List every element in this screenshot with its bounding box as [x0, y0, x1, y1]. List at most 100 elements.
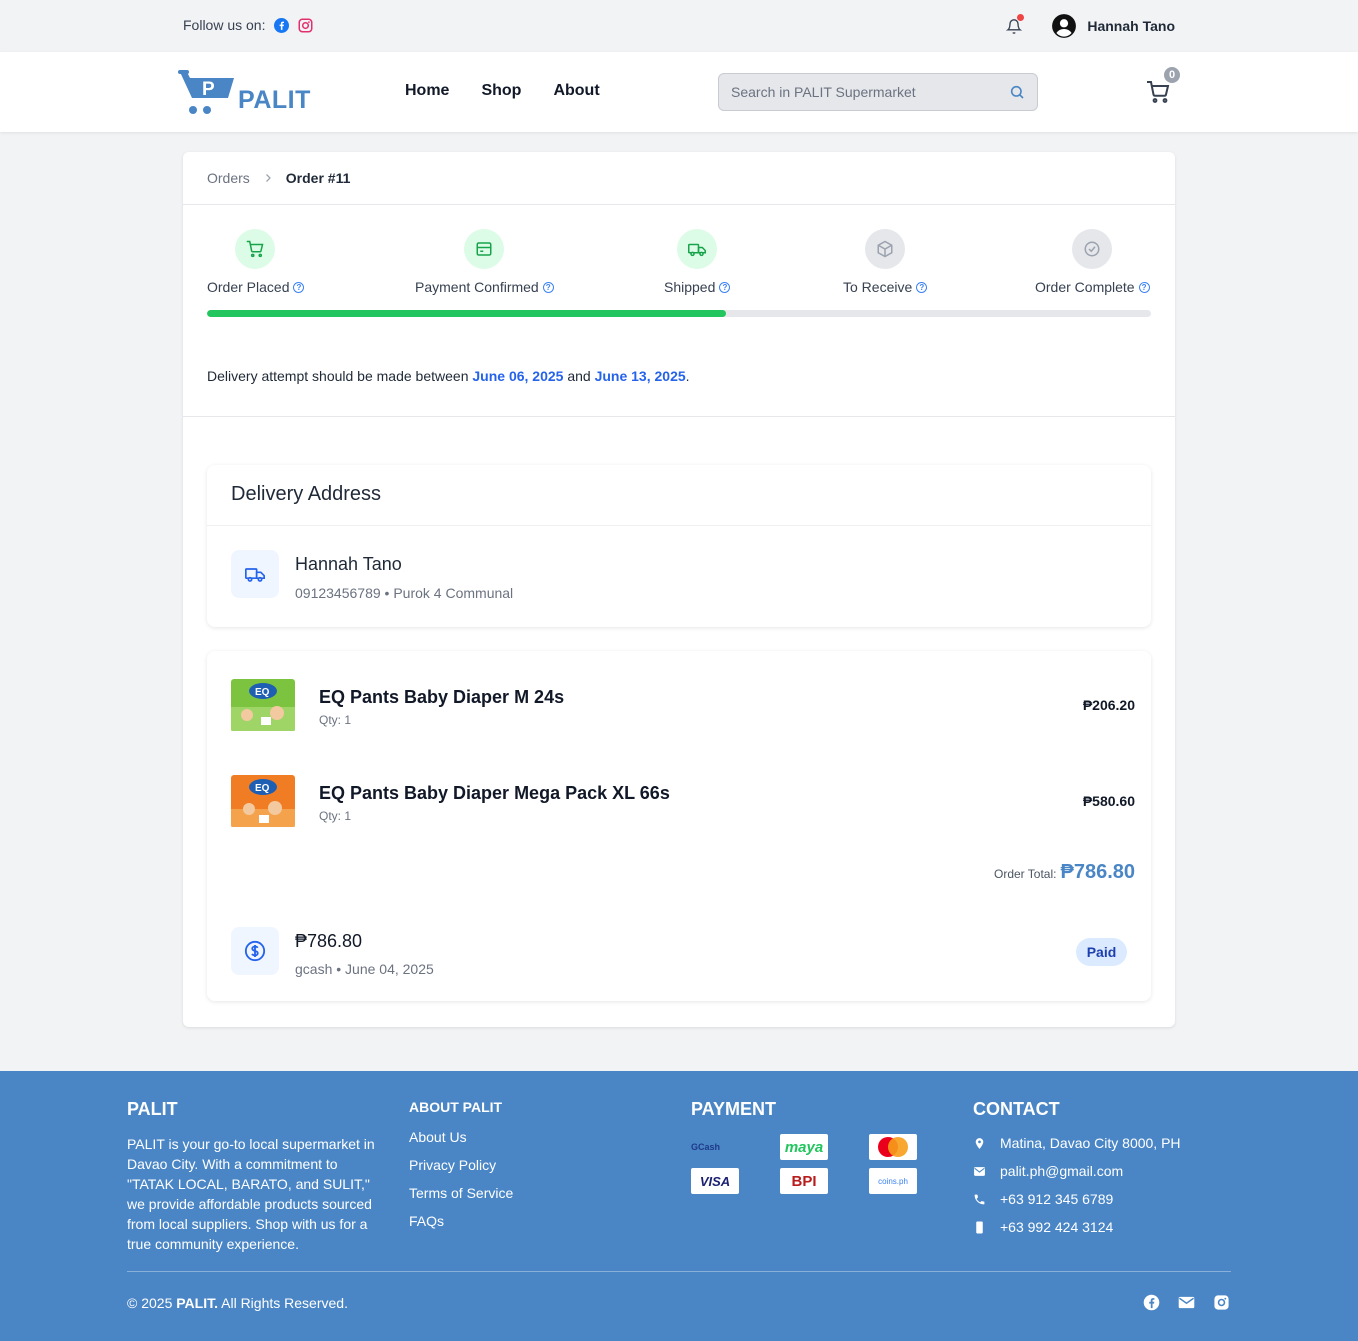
- contact-mobile-text[interactable]: +63 992 424 3124: [1000, 1219, 1113, 1235]
- copyright-suffix: All Rights Reserved.: [221, 1295, 348, 1311]
- delivery-suffix: .: [685, 368, 690, 384]
- delivery-prefix: Delivery attempt should be made between: [207, 368, 469, 384]
- phone-icon: [974, 1194, 985, 1204]
- payment-amount: ₱786.80: [295, 931, 363, 951]
- delivery-note: Delivery attempt should be made between …: [207, 368, 690, 384]
- contact-phone: +63 912 345 6789: [973, 1190, 1181, 1208]
- footer-brand: PALIT PALIT is your go-to local supermar…: [127, 1099, 382, 1254]
- payment-icon: [464, 229, 505, 269]
- step-label: Order Placed: [207, 279, 290, 295]
- box-icon: [865, 229, 906, 269]
- gcash-logo: GCash: [691, 1134, 739, 1160]
- recipient-phone: 09123456789: [295, 585, 381, 601]
- product-image: EQ: [231, 677, 295, 733]
- copyright: © 2025 PALIT. All Rights Reserved.: [127, 1295, 348, 1311]
- coinsph-logo: coins.ph: [869, 1168, 917, 1194]
- cart-button[interactable]: 0: [1146, 67, 1180, 106]
- payment-status-badge: Paid: [1076, 938, 1127, 966]
- footer-payment: PAYMENT GCash maya VISA BPI coins.ph: [691, 1099, 917, 1194]
- product-name[interactable]: EQ Pants Baby Diaper M 24s: [319, 687, 564, 708]
- recipient-location: Purok 4 Communal: [393, 585, 514, 601]
- order-progress: Order Placed? Payment Confirmed? Shipped…: [183, 205, 1175, 417]
- mastercard-logo: [869, 1134, 917, 1160]
- copyright-prefix: © 2025: [127, 1295, 173, 1311]
- bpi-logo: BPI: [780, 1168, 828, 1194]
- recipient-name: Hannah Tano: [295, 554, 402, 574]
- mobile-icon: [976, 1221, 983, 1233]
- truck-icon: [677, 229, 718, 269]
- footer-social: [1143, 1294, 1230, 1311]
- step-order-placed: Order Placed?: [207, 229, 305, 295]
- location-pin-icon: [975, 1137, 984, 1149]
- cart-icon: [235, 229, 275, 269]
- instagram-icon[interactable]: [1213, 1294, 1230, 1311]
- dollar-icon: [231, 927, 279, 975]
- footer-about-title: ABOUT PALIT: [409, 1099, 503, 1115]
- follow-label: Follow us on:: [183, 17, 266, 33]
- help-icon[interactable]: ?: [916, 281, 928, 293]
- footer-brand-description: PALIT is your go-to local supermarket in…: [127, 1136, 375, 1252]
- delivery-start-date: June 06, 2025: [472, 368, 564, 384]
- order-card: Orders Order #11 Order Placed? Payment C…: [183, 152, 1175, 1027]
- help-icon[interactable]: ?: [1138, 281, 1150, 293]
- product-name[interactable]: EQ Pants Baby Diaper Mega Pack XL 66s: [319, 783, 670, 804]
- footer-payment-title: PAYMENT: [691, 1099, 777, 1119]
- nav-home[interactable]: Home: [405, 82, 449, 100]
- user-avatar-icon[interactable]: [1051, 13, 1077, 39]
- product-qty: Qty: 1: [319, 713, 352, 727]
- check-circle-icon: [1072, 229, 1113, 269]
- step-label: Order Complete: [1035, 279, 1135, 295]
- footer-divider: [127, 1271, 1231, 1272]
- help-icon[interactable]: ?: [542, 281, 554, 293]
- logo-text: PALIT: [238, 86, 311, 114]
- copyright-brand: PALIT.: [176, 1295, 218, 1311]
- order-item: EQ EQ Pants Baby Diaper Mega Pack XL 66s…: [231, 773, 1135, 829]
- help-icon[interactable]: ?: [719, 281, 731, 293]
- mail-icon: [974, 1166, 985, 1176]
- product-qty: Qty: 1: [319, 809, 352, 823]
- order-total: Order Total: ₱786.80: [994, 861, 1135, 884]
- search-bar: [718, 73, 1038, 111]
- logo[interactable]: P PALIT: [178, 68, 311, 118]
- step-label: Shipped: [664, 279, 716, 295]
- footer-link-terms[interactable]: Terms of Service: [409, 1185, 513, 1203]
- search-input[interactable]: [731, 84, 1009, 100]
- footer-contact: CONTACT Matina, Davao City 8000, PH pali…: [973, 1099, 1181, 1246]
- step-to-receive: To Receive?: [843, 229, 928, 295]
- contact-email-text[interactable]: palit.ph@gmail.com: [1000, 1163, 1123, 1179]
- mail-icon[interactable]: [1178, 1294, 1195, 1311]
- contact-address-text: Matina, Davao City 8000, PH: [1000, 1135, 1181, 1151]
- footer-link-faqs[interactable]: FAQs: [409, 1213, 513, 1231]
- facebook-icon[interactable]: [1143, 1294, 1160, 1311]
- recipient-details: 09123456789 • Purok 4 Communal: [295, 585, 514, 601]
- follow-us: Follow us on:: [183, 17, 313, 33]
- svg-text:P: P: [202, 79, 215, 100]
- contact-phone-text[interactable]: +63 912 345 6789: [1000, 1191, 1113, 1207]
- breadcrumb-orders-link[interactable]: Orders: [207, 170, 250, 186]
- step-shipped: Shipped?: [664, 229, 731, 295]
- footer-link-privacy[interactable]: Privacy Policy: [409, 1157, 513, 1175]
- payment-date: June 04, 2025: [345, 961, 434, 977]
- product-price: ₱206.20: [1082, 697, 1135, 713]
- search-icon[interactable]: [1009, 84, 1025, 100]
- notification-dot: [1017, 14, 1025, 21]
- order-total-value: ₱786.80: [1060, 861, 1135, 883]
- order-item: EQ EQ Pants Baby Diaper M 24s Qty: 1 ₱20…: [231, 677, 1135, 733]
- instagram-icon[interactable]: [297, 17, 313, 33]
- facebook-icon[interactable]: [273, 17, 289, 33]
- order-total-label: Order Total:: [994, 867, 1057, 881]
- user-area: Hannah Tano: [1001, 13, 1175, 39]
- main-nav: Home Shop About: [405, 82, 600, 100]
- footer-link-about-us[interactable]: About Us: [409, 1129, 513, 1147]
- nav-about[interactable]: About: [553, 82, 599, 100]
- notification-button[interactable]: [1001, 13, 1027, 39]
- user-name[interactable]: Hannah Tano: [1087, 18, 1175, 34]
- product-price: ₱580.60: [1082, 793, 1135, 809]
- payment-details: gcash • June 04, 2025: [295, 961, 434, 977]
- logo-cart-icon: P: [178, 70, 234, 114]
- product-image: EQ: [231, 773, 295, 829]
- order-items-panel: EQ EQ Pants Baby Diaper M 24s Qty: 1 ₱20…: [207, 651, 1151, 1001]
- nav-shop[interactable]: Shop: [481, 82, 521, 100]
- help-icon[interactable]: ?: [293, 281, 305, 293]
- step-payment-confirmed: Payment Confirmed?: [415, 229, 554, 295]
